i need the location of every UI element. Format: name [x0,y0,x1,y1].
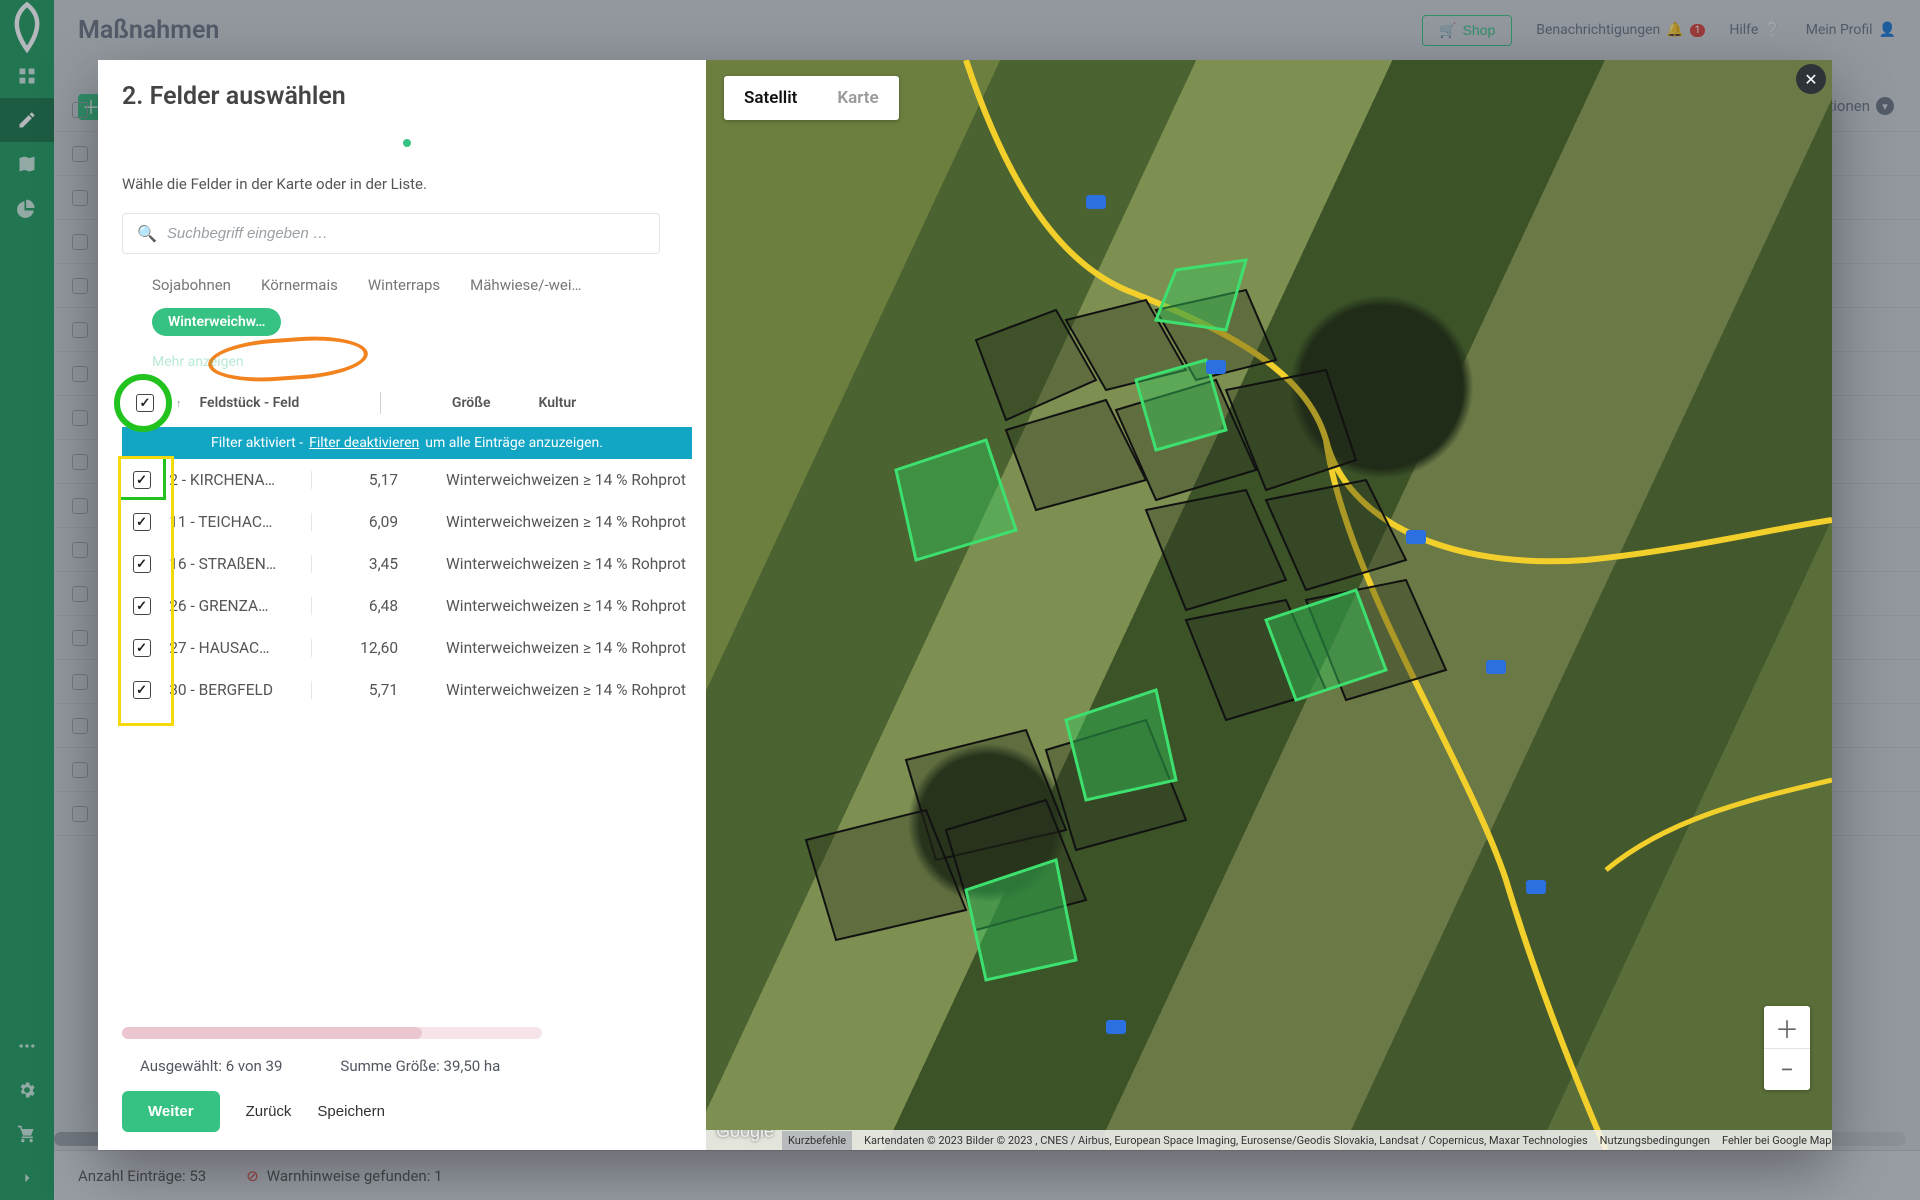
modal-hint: Wähle die Felder in der Karte oder in de… [122,175,692,193]
horizontal-scrollbar[interactable] [122,1027,542,1039]
route-badge-icon [1086,195,1106,209]
map-fields-icon [706,60,1832,1150]
row-checkbox[interactable] [133,639,151,657]
select-all-checkbox[interactable] [136,394,154,412]
select-fields-modal: ✕ 2. Felder auswählen Wähle die Felder i… [98,60,1832,1150]
col-culture[interactable]: Kultur [505,395,693,411]
back-button[interactable]: Zurück [246,1103,292,1120]
crop-filter[interactable]: Mähwiese/-wei… [470,276,581,294]
search-icon: 🔍 [137,224,157,243]
map-tab-satellite[interactable]: Satellit [724,76,817,120]
crop-filter[interactable]: Winterraps [368,276,440,294]
search-field[interactable]: 🔍 [122,213,660,254]
table-row[interactable]: 26 - GRENZA… 6,48 Winterweichweizen ≥ 14… [122,585,692,627]
sort-icon[interactable]: ↑ [176,397,182,410]
deactivate-filter-link[interactable]: Filter deaktivieren [309,435,419,451]
modal-title: 2. Felder auswählen [122,82,692,111]
terms-link[interactable]: Nutzungsbedingungen [1600,1134,1710,1147]
table-header: ↑ Feldstück - Feld Größe Kultur [122,370,692,427]
route-badge-icon [1526,880,1546,894]
keyboard-shortcuts-link[interactable]: Kurzbefehle [782,1131,852,1150]
map-panel[interactable]: Satellit Karte [706,60,1832,1150]
row-checkbox[interactable] [133,597,151,615]
map-data-text: Kartendaten © 2023 Bilder © 2023 , CNES … [864,1134,1588,1147]
table-row[interactable]: 2 - KIRCHENA… 5,17 Winterweichweizen ≥ 1… [122,459,692,501]
close-icon: ✕ [1804,70,1817,89]
crop-filter-bar: Sojabohnen Körnermais Winterraps Mähwies… [122,272,692,340]
google-logo: Google [716,1130,774,1142]
table-body: 2 - KIRCHENA… 5,17 Winterweichweizen ≥ 1… [122,459,692,711]
map-tab-street[interactable]: Karte [817,76,898,120]
crop-filter[interactable]: Sojabohnen [152,276,231,294]
save-button[interactable]: Speichern [317,1103,385,1120]
close-button[interactable]: ✕ [1796,64,1826,94]
table-row[interactable]: 16 - STRAßEN… 3,45 Winterweichweizen ≥ 1… [122,543,692,585]
zoom-out-button[interactable]: − [1764,1048,1810,1090]
row-checkbox[interactable] [133,555,151,573]
selected-summary: Ausgewählt: 6 von 39 [140,1057,282,1075]
crop-filter-active[interactable]: Winterweichw… [152,308,281,336]
route-badge-icon [1206,360,1226,374]
map-type-switch: Satellit Karte [724,76,899,120]
filter-banner: Filter aktiviert - Filter deaktivieren u… [122,427,692,459]
row-checkbox[interactable] [133,681,151,699]
stepper-dot-icon [403,139,411,147]
map-attribution: Google Kurzbefehle Kartendaten © 2023 Bi… [706,1130,1832,1150]
col-field[interactable]: Feldstück - Feld [200,395,360,411]
col-size[interactable]: Größe [401,395,491,411]
route-badge-icon [1106,1020,1126,1034]
next-button[interactable]: Weiter [122,1091,220,1132]
row-checkbox[interactable] [133,513,151,531]
table-row[interactable]: 30 - BERGFELD 5,71 Winterweichweizen ≥ 1… [122,669,692,711]
crop-filter[interactable]: Körnermais [261,276,338,294]
table-row[interactable]: 11 - TEICHAC… 6,09 Winterweichweizen ≥ 1… [122,501,692,543]
modal-left-panel: 2. Felder auswählen Wähle die Felder in … [98,60,706,1150]
table-row[interactable]: 27 - HAUSAC… 12,60 Winterweichweizen ≥ 1… [122,627,692,669]
zoom-in-button[interactable]: ＋ [1764,1006,1810,1048]
map-zoom-control: ＋ − [1764,1006,1810,1090]
report-link[interactable]: Fehler bei Google Maps melden [1722,1134,1832,1147]
route-badge-icon [1486,660,1506,674]
route-badge-icon [1406,530,1426,544]
search-input[interactable] [167,225,645,242]
sum-summary: Summe Größe: 39,50 ha [340,1057,500,1075]
show-more-link[interactable]: Mehr anzeigen [152,354,692,370]
row-checkbox[interactable] [133,471,151,489]
